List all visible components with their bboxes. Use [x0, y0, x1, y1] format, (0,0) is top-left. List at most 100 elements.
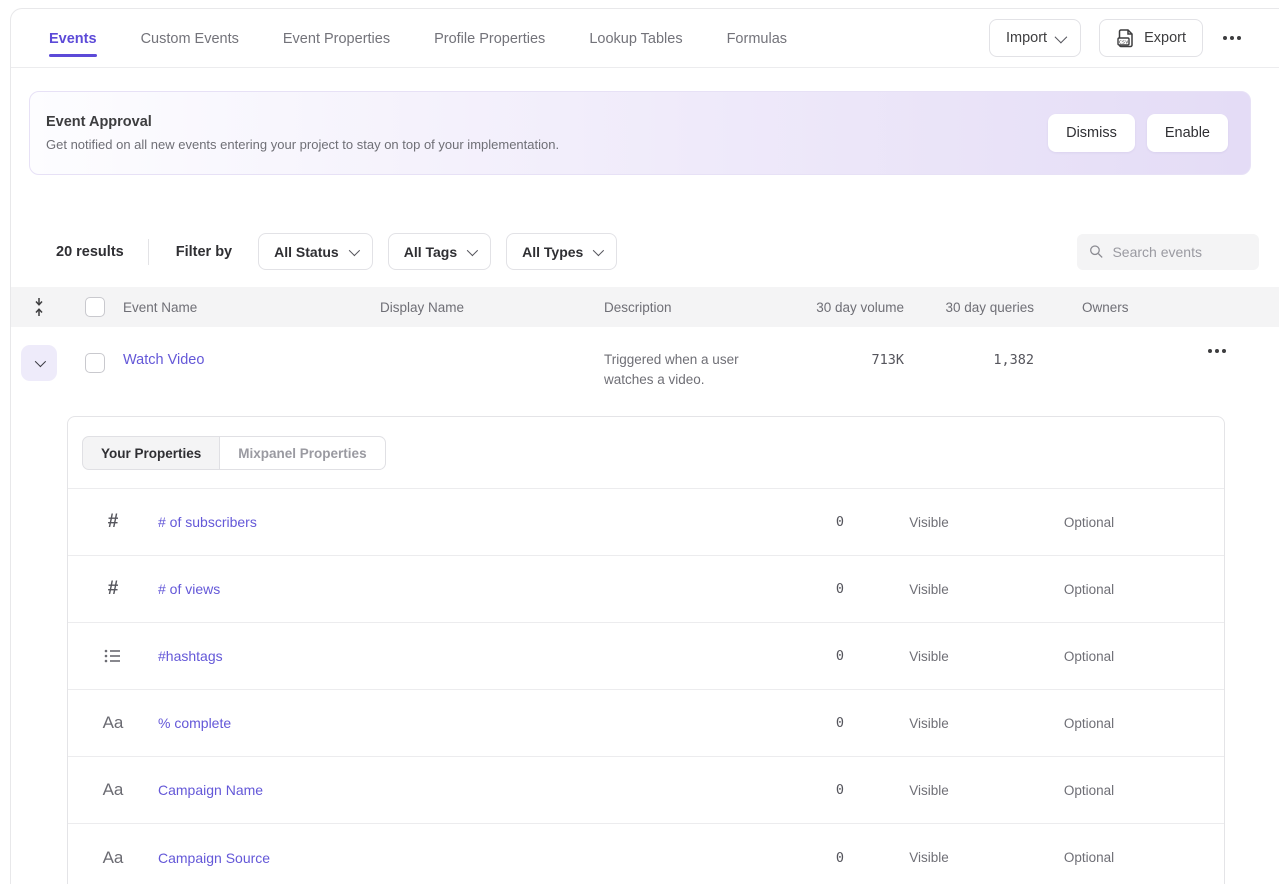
tab-your-properties[interactable]: Your Properties — [82, 436, 220, 470]
text-type-icon: Aa — [103, 848, 124, 868]
properties-panel: Your Properties Mixpanel Properties # # … — [67, 416, 1225, 884]
property-name-link[interactable]: # of subscribers — [158, 514, 774, 530]
svg-text:csv: csv — [1119, 40, 1129, 46]
text-type-icon: Aa — [103, 713, 124, 733]
enable-button[interactable]: Enable — [1147, 114, 1228, 152]
status-filter-label: All Status — [274, 244, 339, 260]
results-count: 20 results — [56, 244, 124, 260]
lexicon-events-page: Events Custom Events Event Properties Pr… — [0, 0, 1279, 884]
property-row: # # of subscribers 0 Visible Optional — [68, 489, 1224, 556]
property-value: 0 — [774, 648, 844, 664]
export-button[interactable]: csv Export — [1099, 19, 1203, 57]
property-row: Aa Campaign Name 0 Visible Optional — [68, 757, 1224, 824]
column-30-day-queries: 30 day queries — [904, 300, 1034, 315]
banner-description: Get notified on all new events entering … — [46, 137, 1048, 152]
property-row: # # of views 0 Visible Optional — [68, 556, 1224, 623]
property-requirement: Optional — [1014, 582, 1164, 597]
tab-formulas[interactable]: Formulas — [727, 11, 787, 65]
banner-text: Event Approval Get notified on all new e… — [46, 114, 1048, 152]
chevron-down-icon — [593, 244, 604, 255]
event-30-day-volume: 713K — [799, 337, 904, 368]
import-button-label: Import — [1006, 30, 1047, 46]
number-type-icon: # — [108, 511, 119, 533]
export-button-label: Export — [1144, 30, 1186, 46]
divider — [148, 239, 149, 265]
column-30-day-volume: 30 day volume — [799, 300, 904, 315]
event-name-link[interactable]: Watch Video — [123, 337, 380, 368]
nav-tabs: Events Custom Events Event Properties Pr… — [49, 11, 989, 65]
property-visibility: Visible — [844, 515, 1014, 530]
property-name-link[interactable]: Campaign Name — [158, 782, 774, 798]
search-icon — [1089, 243, 1103, 260]
property-requirement: Optional — [1014, 649, 1164, 664]
banner-actions: Dismiss Enable — [1048, 114, 1228, 152]
filter-toolbar: 20 results Filter by All Status All Tags… — [56, 233, 1259, 270]
tags-filter-label: All Tags — [404, 244, 457, 260]
property-name-link[interactable]: % complete — [158, 715, 774, 731]
table-row: Watch Video Triggered when a user watche… — [11, 327, 1279, 390]
column-display-name: Display Name — [380, 300, 604, 315]
main-card: Events Custom Events Event Properties Pr… — [10, 8, 1279, 884]
property-name-link[interactable]: # of views — [158, 581, 774, 597]
chevron-down-icon — [467, 244, 478, 255]
filter-by-label: Filter by — [176, 244, 232, 260]
list-type-icon — [104, 648, 122, 664]
property-visibility: Visible — [844, 850, 1014, 865]
import-button[interactable]: Import — [989, 19, 1081, 57]
table-header: Event Name Display Name Description 30 d… — [11, 287, 1279, 327]
csv-file-icon: csv — [1116, 28, 1136, 48]
chevron-down-icon — [348, 244, 359, 255]
event-30-day-queries: 1,382 — [904, 337, 1034, 368]
property-row: Aa Campaign Source 0 Visible Optional — [68, 824, 1224, 884]
chevron-down-icon — [35, 356, 46, 367]
more-options-icon[interactable] — [1221, 30, 1243, 46]
property-row: Aa % complete 0 Visible Optional — [68, 690, 1224, 757]
collapse-all-icon[interactable] — [11, 297, 67, 317]
property-row: #hashtags 0 Visible Optional — [68, 623, 1224, 690]
row-more-options-icon[interactable] — [1206, 337, 1228, 359]
top-actions: Import csv Export — [989, 19, 1243, 57]
types-filter-label: All Types — [522, 244, 583, 260]
properties-tabs: Your Properties Mixpanel Properties — [68, 417, 1224, 489]
property-visibility: Visible — [844, 716, 1014, 731]
event-description: Triggered when a user watches a video. — [604, 337, 764, 390]
text-type-icon: Aa — [103, 780, 124, 800]
tags-filter-dropdown[interactable]: All Tags — [388, 233, 491, 270]
banner-title: Event Approval — [46, 114, 1048, 130]
property-requirement: Optional — [1014, 850, 1164, 865]
property-value: 0 — [774, 782, 844, 798]
property-requirement: Optional — [1014, 783, 1164, 798]
tab-mixpanel-properties[interactable]: Mixpanel Properties — [220, 436, 385, 470]
column-description: Description — [604, 300, 799, 315]
column-event-name: Event Name — [123, 300, 380, 315]
tab-events[interactable]: Events — [49, 11, 97, 65]
search-input[interactable] — [1112, 244, 1247, 260]
property-name-link[interactable]: Campaign Source — [158, 850, 774, 866]
status-filter-dropdown[interactable]: All Status — [258, 233, 373, 270]
types-filter-dropdown[interactable]: All Types — [506, 233, 617, 270]
number-type-icon: # — [108, 578, 119, 600]
search-box — [1077, 234, 1259, 270]
event-approval-banner: Event Approval Get notified on all new e… — [29, 91, 1251, 175]
property-visibility: Visible — [844, 783, 1014, 798]
tab-event-properties[interactable]: Event Properties — [283, 11, 390, 65]
chevron-down-icon — [1055, 30, 1068, 43]
tab-profile-properties[interactable]: Profile Properties — [434, 11, 545, 65]
property-visibility: Visible — [844, 649, 1014, 664]
tab-lookup-tables[interactable]: Lookup Tables — [589, 11, 682, 65]
top-navigation-bar: Events Custom Events Event Properties Pr… — [11, 9, 1279, 68]
property-requirement: Optional — [1014, 515, 1164, 530]
property-value: 0 — [774, 514, 844, 530]
select-all-checkbox[interactable] — [85, 297, 105, 317]
property-value: 0 — [774, 850, 844, 866]
row-checkbox[interactable] — [85, 353, 105, 373]
column-owners: Owners — [1034, 300, 1155, 315]
collapse-row-button[interactable] — [21, 345, 57, 381]
dismiss-button[interactable]: Dismiss — [1048, 114, 1135, 152]
property-value: 0 — [774, 715, 844, 731]
property-requirement: Optional — [1014, 716, 1164, 731]
property-visibility: Visible — [844, 582, 1014, 597]
property-value: 0 — [774, 581, 844, 597]
tab-custom-events[interactable]: Custom Events — [141, 11, 239, 65]
property-name-link[interactable]: #hashtags — [158, 648, 774, 664]
